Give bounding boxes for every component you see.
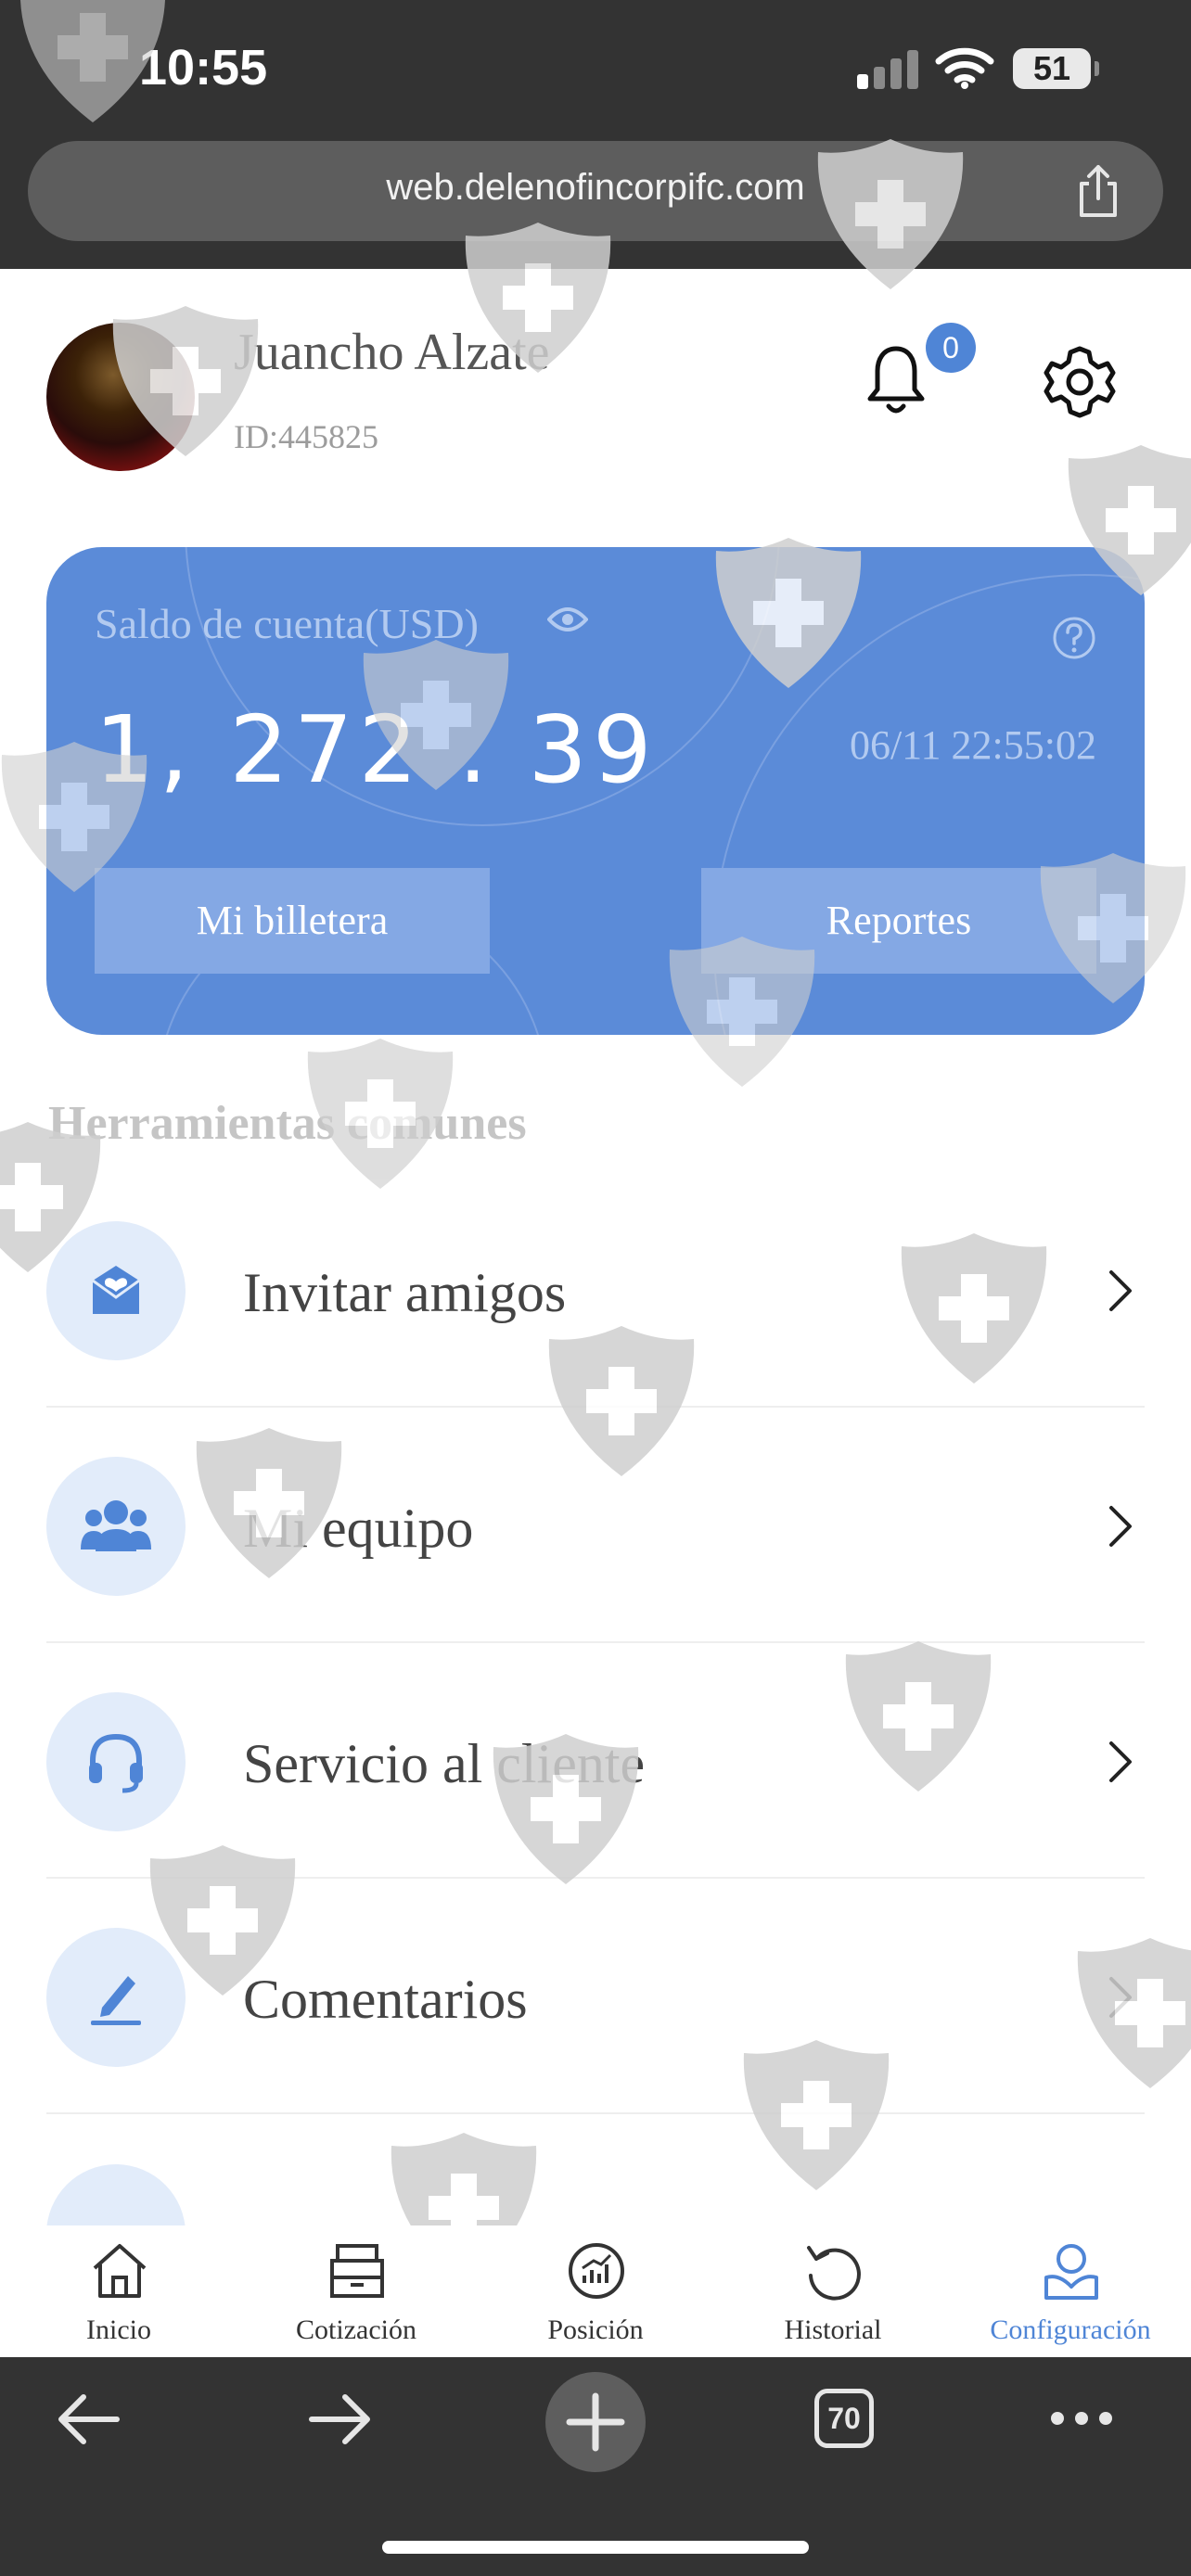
reports-button[interactable]: Reportes	[701, 868, 1096, 974]
balance-label: Saldo de cuenta(USD)	[95, 600, 479, 647]
tab-label: Historial	[784, 2315, 882, 2345]
menu-item-label: Servicio al cliente	[243, 1733, 646, 1794]
balance-timestamp: 06/11 22:55:02	[849, 722, 1096, 768]
more-icon[interactable]	[1048, 2409, 1115, 2428]
section-title: Herramientas comunes	[48, 1097, 527, 1150]
tab-label: Cotización	[296, 2315, 416, 2345]
browser-toolbar: 70	[0, 2357, 1191, 2576]
tab-label: Posición	[547, 2315, 644, 2345]
tab-quotes[interactable]: Cotización	[237, 2225, 475, 2357]
forward-icon[interactable]	[308, 2392, 373, 2446]
wallet-button[interactable]: Mi billetera	[95, 868, 490, 974]
chevron-right-icon	[1109, 1741, 1132, 1782]
history-icon	[807, 2246, 861, 2301]
tab-settings[interactable]: Configuración	[952, 2225, 1189, 2357]
menu-item-my-team[interactable]: Mi equipo	[46, 1408, 1145, 1643]
url-text[interactable]: web.delenofincorpifc.com	[28, 167, 1163, 209]
browser-chrome: 10:55 51 web.delenofincorpifc.com	[0, 0, 1191, 269]
menu-item-customer-service[interactable]: Servicio al cliente	[46, 1643, 1145, 1879]
tab-label: Inicio	[86, 2315, 151, 2345]
menu-item-invite-friends[interactable]: Invitar amigos	[46, 1172, 1145, 1408]
envelope-heart-icon	[92, 1266, 140, 1314]
row-icon-circle	[46, 2164, 186, 2225]
balance-card: Saldo de cuenta(USD) 1, 272 . 39 06/11 2…	[46, 547, 1145, 1035]
menu-item-comments[interactable]: Comentarios	[46, 1879, 1145, 2114]
chevron-right-icon	[1109, 1506, 1132, 1547]
tab-label: Configuración	[990, 2315, 1151, 2345]
bell-icon[interactable]	[866, 343, 926, 417]
team-icon	[81, 1500, 151, 1551]
tab-bar: Inicio Cotización Posición Historial Con…	[0, 2225, 1191, 2357]
avatar[interactable]	[46, 323, 195, 471]
new-tab-button[interactable]	[545, 2372, 646, 2472]
menu-item-label: Comentarios	[243, 1969, 528, 2030]
balance-amount: 1, 272 . 39	[95, 695, 658, 804]
chart-icon	[569, 2243, 624, 2299]
tab-count-button[interactable]: 70	[814, 2389, 874, 2448]
eye-icon[interactable]	[547, 605, 588, 634]
menu-item-label: Invitar amigos	[243, 1262, 567, 1323]
status-time: 10:55	[139, 40, 268, 96]
back-icon[interactable]	[56, 2392, 121, 2446]
user-icon	[1044, 2244, 1098, 2300]
row-icon-circle	[46, 1221, 186, 1360]
notification-badge: 0	[926, 323, 976, 373]
tab-position[interactable]: Posición	[477, 2225, 714, 2357]
wifi-icon	[935, 47, 994, 89]
gear-icon[interactable]	[1043, 345, 1117, 419]
home-indicator	[382, 2541, 809, 2554]
home-icon	[93, 2244, 147, 2298]
address-bar[interactable]: web.delenofincorpifc.com	[28, 141, 1163, 241]
menu-item-label: Mi equipo	[243, 1498, 474, 1559]
chevron-right-icon	[1109, 1270, 1132, 1311]
archive-icon	[330, 2244, 384, 2298]
cellular-signal-icon	[857, 48, 922, 89]
row-icon-circle	[46, 1692, 186, 1831]
user-id: ID:445825	[234, 418, 378, 455]
plus-icon	[566, 2392, 625, 2452]
menu-item-partial[interactable]	[46, 2114, 1145, 2225]
row-icon-circle	[46, 1457, 186, 1596]
row-icon-circle	[46, 1928, 186, 2067]
user-name: Juancho Alzate	[234, 324, 550, 381]
help-icon[interactable]	[1052, 616, 1096, 660]
headset-icon	[89, 1733, 143, 1793]
tab-history[interactable]: Historial	[714, 2225, 952, 2357]
battery-indicator: 51	[1013, 48, 1099, 89]
chevron-right-icon	[1109, 1977, 1132, 2018]
edit-icon	[91, 1976, 141, 2025]
tab-home[interactable]: Inicio	[0, 2225, 237, 2357]
share-icon[interactable]	[1072, 163, 1124, 219]
